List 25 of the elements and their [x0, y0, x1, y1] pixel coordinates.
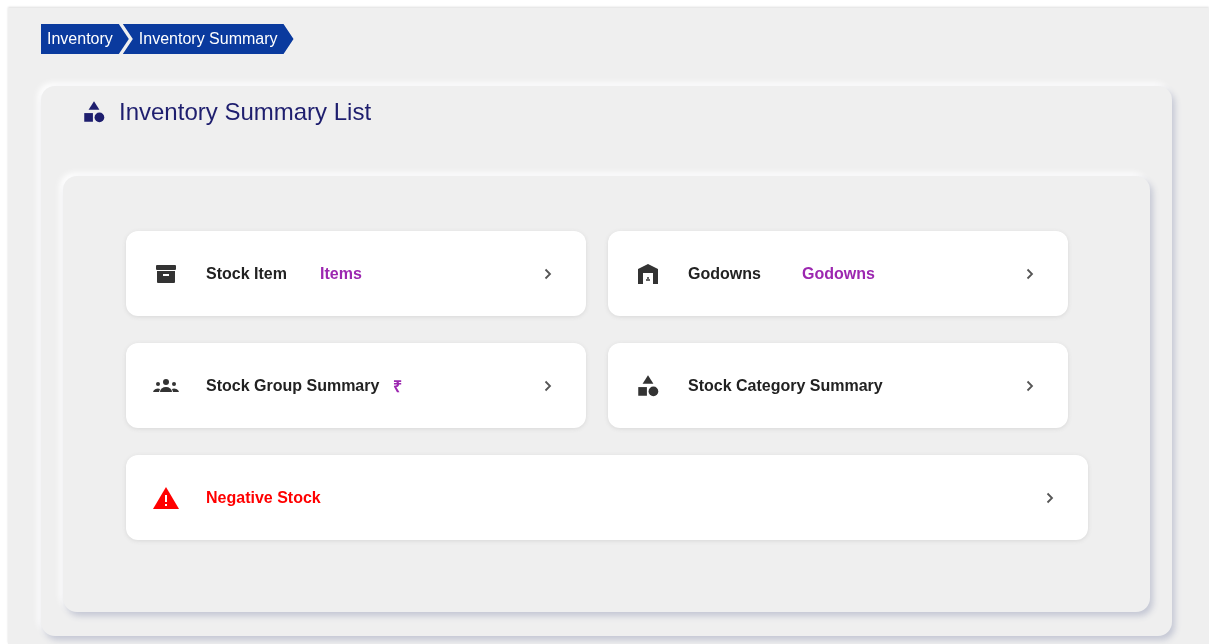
card-label: Stock Item	[206, 264, 288, 283]
chevron-right-icon	[1026, 267, 1034, 280]
card-tag: Godowns	[802, 264, 875, 283]
summary-card[interactable]: Stock Item Items	[126, 231, 586, 316]
chevron-right-icon	[1026, 379, 1034, 392]
summary-card[interactable]: Godowns Godowns	[608, 231, 1068, 316]
warehouse-icon	[636, 262, 660, 285]
summary-card[interactable]: Stock Group Summary ₹	[126, 343, 586, 428]
card-label: Godowns	[688, 264, 762, 283]
card-label: Negative Stock	[206, 488, 321, 507]
chevron-right-icon	[544, 267, 552, 280]
card-tag: Items	[320, 264, 362, 283]
card-label: Stock Category Summary	[688, 376, 883, 395]
breadcrumb-link[interactable]: Inventory	[41, 24, 129, 54]
people-group-icon	[153, 377, 179, 394]
card-tag: ₹	[393, 374, 403, 397]
summary-card[interactable]: Stock Category Summary	[608, 343, 1068, 428]
warning-icon	[153, 486, 179, 509]
summary-card[interactable]: Negative Stock	[126, 455, 1088, 540]
shapes-icon	[81, 99, 107, 125]
card-label: Stock Group Summary	[206, 376, 380, 395]
chevron-right-icon	[1046, 491, 1054, 504]
breadcrumb-link[interactable]: Inventory Summary	[122, 24, 294, 54]
panel-title: Inventory Summary List	[119, 98, 372, 126]
chevron-right-icon	[544, 379, 552, 392]
